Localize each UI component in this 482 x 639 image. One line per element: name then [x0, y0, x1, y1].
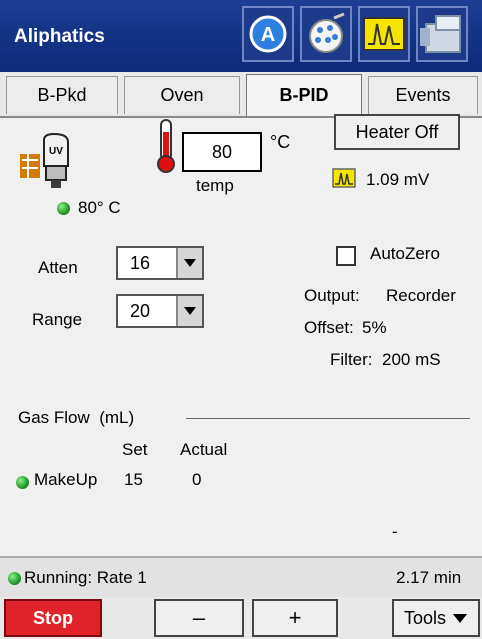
svg-text:A: A	[261, 24, 275, 46]
stop-button[interactable]: Stop	[4, 599, 102, 637]
tab-b-pkd[interactable]: B-Pkd	[6, 76, 118, 114]
tab-events[interactable]: Events	[368, 76, 478, 114]
dash-text: -	[392, 522, 398, 541]
set-header: Set	[122, 440, 148, 459]
instrument-icon[interactable]	[416, 6, 468, 62]
range-label: Range	[32, 310, 83, 329]
gas-flow-title: Gas Flow (mL)	[18, 408, 135, 427]
atten-value: 16	[130, 253, 151, 273]
makeup-actual-value: 0	[192, 470, 202, 489]
autosampler-icon[interactable]: A	[242, 6, 294, 62]
offset-label: Offset:	[304, 318, 354, 337]
makeup-label: MakeUp	[34, 470, 98, 489]
thermometer-icon	[154, 118, 178, 174]
caret-down-icon	[452, 612, 468, 624]
offset-value: 5%	[362, 318, 387, 337]
gas-flow-divider	[186, 418, 470, 419]
filter-label: Filter:	[330, 350, 373, 369]
chevron-down-icon	[176, 248, 202, 278]
app-title: Aliphatics	[14, 26, 105, 47]
status-bar: Running: Rate 1 2.17 min	[0, 556, 482, 599]
tab-oven[interactable]: Oven	[124, 76, 240, 114]
title-bar: Aliphatics A	[0, 0, 482, 72]
increment-button[interactable]: +	[252, 599, 338, 637]
chevron-down-icon	[176, 296, 202, 326]
temp-setpoint-input[interactable]: 80	[182, 132, 262, 172]
output-label: Output:	[304, 286, 360, 305]
output-value: Recorder	[386, 286, 456, 305]
signal-small-icon	[332, 168, 356, 188]
temp-caption: temp	[196, 176, 234, 195]
tools-label: Tools	[403, 607, 447, 628]
decrement-button[interactable]: –	[154, 599, 244, 637]
signal-value: 1.09 mV	[366, 170, 430, 189]
actual-header: Actual	[180, 440, 228, 459]
range-value: 20	[130, 301, 151, 321]
makeup-set-value[interactable]: 15	[124, 470, 143, 490]
run-status-led	[8, 572, 21, 585]
autozero-label: AutoZero	[370, 244, 440, 263]
plate-icon[interactable]	[300, 6, 352, 62]
atten-label: Atten	[38, 258, 78, 277]
uv-lamp-icon: UV	[18, 132, 80, 192]
actual-temp: 80° C	[78, 198, 121, 217]
filter-value: 200 mS	[382, 350, 441, 369]
tab-b-pid[interactable]: B-PID	[246, 74, 362, 116]
signal-icon[interactable]	[358, 6, 410, 62]
bottom-toolbar: Stop – + Tools	[0, 597, 482, 639]
tools-menu-button[interactable]: Tools	[392, 599, 480, 637]
makeup-status-led	[16, 476, 29, 489]
range-select[interactable]: 20	[116, 294, 204, 328]
temp-status-led	[57, 202, 70, 215]
heater-off-button[interactable]: Heater Off	[334, 114, 460, 150]
tab-bar: B-Pkd Oven B-PID Events	[0, 72, 482, 118]
run-time: 2.17 min	[396, 568, 462, 587]
temp-unit: °C	[270, 132, 291, 152]
detector-panel: UV 80 °C temp Heater Off 1.09 mV 80° C A…	[0, 114, 482, 548]
atten-select[interactable]: 16	[116, 246, 204, 280]
svg-text:UV: UV	[49, 146, 63, 157]
run-status-text: Running: Rate 1	[24, 568, 147, 587]
autozero-checkbox[interactable]	[336, 246, 356, 266]
